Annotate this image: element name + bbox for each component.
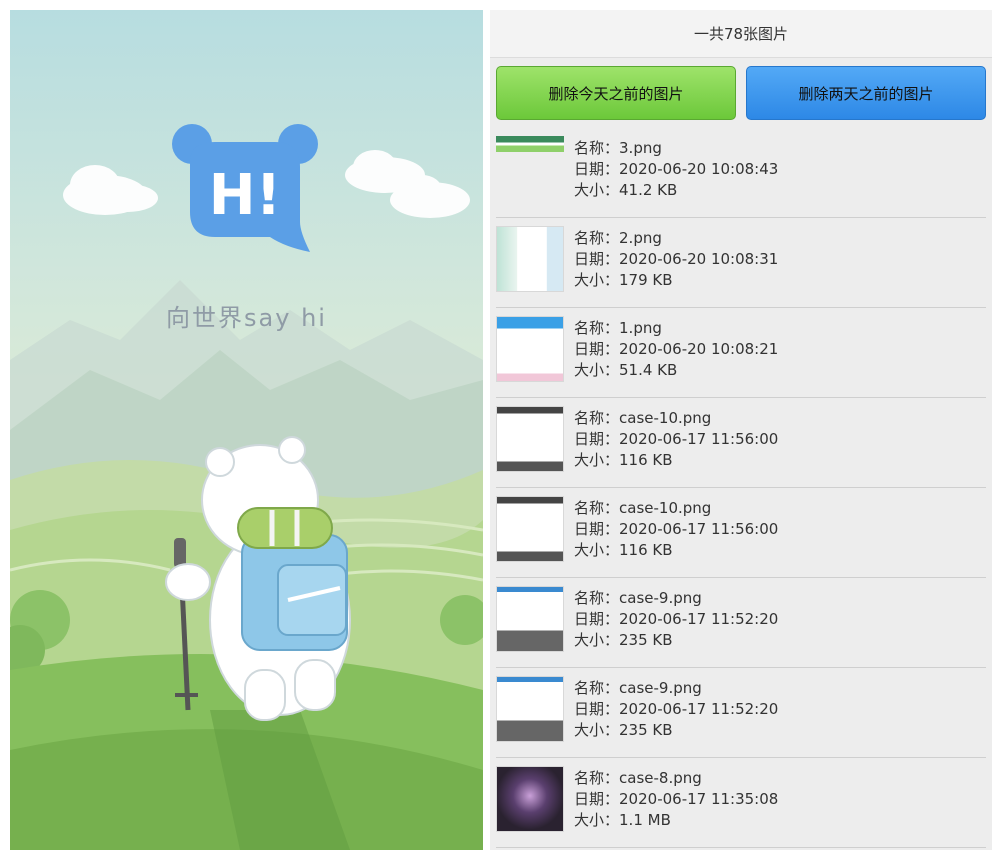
file-size: 41.2 KB bbox=[619, 181, 678, 199]
image-list-screen: 一共78张图片 删除今天之前的图片 删除两天之前的图片 名称：3.png 日期：… bbox=[490, 10, 992, 850]
date-label: 日期： bbox=[574, 790, 620, 808]
item-info: 名称：case-9.png 日期：2020-06-17 11:52:20 大小：… bbox=[574, 676, 778, 741]
size-label: 大小： bbox=[574, 181, 620, 199]
item-info: 名称：1.png 日期：2020-06-20 10:08:21 大小：51.4 … bbox=[574, 316, 778, 381]
file-size: 51.4 KB bbox=[619, 361, 678, 379]
file-name: case-9.png bbox=[619, 679, 702, 697]
hi-logo-icon: H! bbox=[172, 124, 318, 252]
screenshot-thumbnail-icon bbox=[496, 316, 564, 382]
list-item[interactable]: 名称：case-8.png 日期：2020-06-17 11:35:08 大小：… bbox=[496, 758, 986, 848]
name-label: 名称： bbox=[574, 139, 620, 157]
date-label: 日期： bbox=[574, 700, 620, 718]
item-info: 名称：2.png 日期：2020-06-20 10:08:31 大小：179 K… bbox=[574, 226, 778, 291]
name-label: 名称： bbox=[574, 409, 620, 427]
size-label: 大小： bbox=[574, 451, 620, 469]
file-name: 3.png bbox=[619, 139, 662, 157]
list-item[interactable]: 名称：1.png 日期：2020-06-20 10:08:21 大小：51.4 … bbox=[496, 308, 986, 398]
file-name: case-9.png bbox=[619, 589, 702, 607]
file-date: 2020-06-17 11:56:00 bbox=[619, 520, 779, 538]
file-name: 1.png bbox=[619, 319, 662, 337]
file-name: case-10.png bbox=[619, 409, 712, 427]
cloud-left bbox=[63, 165, 158, 215]
file-date: 2020-06-17 11:35:08 bbox=[619, 790, 779, 808]
list-item[interactable]: 名称：case-10.png 日期：2020-06-17 11:56:00 大小… bbox=[496, 488, 986, 578]
name-label: 名称： bbox=[574, 589, 620, 607]
file-size: 235 KB bbox=[619, 721, 673, 739]
screenshot-thumbnail-icon bbox=[496, 136, 564, 152]
screenshot-thumbnail-icon bbox=[496, 766, 564, 832]
screenshot-thumbnail-icon bbox=[496, 496, 564, 562]
date-label: 日期： bbox=[574, 520, 620, 538]
backpack-illustration bbox=[237, 507, 348, 651]
file-date: 2020-06-20 10:08:21 bbox=[619, 340, 779, 358]
item-info: 名称：case-9.png 日期：2020-06-17 11:52:20 大小：… bbox=[574, 586, 778, 651]
name-label: 名称： bbox=[574, 229, 620, 247]
size-label: 大小： bbox=[574, 271, 620, 289]
item-info: 名称：3.png 日期：2020-06-20 10:08:43 大小：41.2 … bbox=[574, 136, 778, 201]
file-size: 179 KB bbox=[619, 271, 673, 289]
date-label: 日期： bbox=[574, 160, 620, 178]
name-label: 名称： bbox=[574, 769, 620, 787]
list-item[interactable]: 名称：3.png 日期：2020-06-20 10:08:43 大小：41.2 … bbox=[496, 128, 986, 218]
list-item[interactable]: 名称：case-9.png 日期：2020-06-17 11:52:20 大小：… bbox=[496, 578, 986, 668]
list-item[interactable]: 名称：2.png 日期：2020-06-20 10:08:31 大小：179 K… bbox=[496, 218, 986, 308]
cloud-right bbox=[345, 150, 470, 218]
splash-screen: H! 向世界say hi bbox=[10, 10, 483, 850]
file-date: 2020-06-17 11:52:20 bbox=[619, 700, 779, 718]
file-name: case-10.png bbox=[619, 499, 712, 517]
screenshot-thumbnail-icon bbox=[496, 226, 564, 292]
file-size: 116 KB bbox=[619, 451, 673, 469]
file-date: 2020-06-17 11:52:20 bbox=[619, 610, 779, 628]
name-label: 名称： bbox=[574, 679, 620, 697]
image-list: 名称：3.png 日期：2020-06-20 10:08:43 大小：41.2 … bbox=[490, 128, 992, 848]
size-label: 大小： bbox=[574, 541, 620, 559]
screenshot-thumbnail-icon bbox=[496, 586, 564, 652]
size-label: 大小： bbox=[574, 361, 620, 379]
slogan-text: 向世界say hi bbox=[166, 304, 327, 332]
item-info: 名称：case-8.png 日期：2020-06-17 11:35:08 大小：… bbox=[574, 766, 778, 831]
item-info: 名称：case-10.png 日期：2020-06-17 11:56:00 大小… bbox=[574, 406, 778, 471]
file-size: 235 KB bbox=[619, 631, 673, 649]
list-item[interactable]: 名称：case-10.png 日期：2020-06-17 11:56:00 大小… bbox=[496, 398, 986, 488]
logo-text: H! bbox=[209, 163, 281, 228]
size-label: 大小： bbox=[574, 721, 620, 739]
file-date: 2020-06-20 10:08:31 bbox=[619, 250, 779, 268]
image-count-title: 一共78张图片 bbox=[693, 25, 789, 43]
screenshot-thumbnail-icon bbox=[496, 406, 564, 472]
file-name: case-8.png bbox=[619, 769, 702, 787]
size-label: 大小： bbox=[574, 631, 620, 649]
file-size: 116 KB bbox=[619, 541, 673, 559]
file-date: 2020-06-20 10:08:43 bbox=[619, 160, 779, 178]
file-size: 1.1 MB bbox=[619, 811, 671, 829]
item-info: 名称：case-10.png 日期：2020-06-17 11:56:00 大小… bbox=[574, 496, 778, 561]
size-label: 大小： bbox=[574, 811, 620, 829]
delete-before-today-button[interactable]: 删除今天之前的图片 bbox=[496, 66, 736, 120]
title-bar: 一共78张图片 bbox=[490, 10, 992, 58]
date-label: 日期： bbox=[574, 250, 620, 268]
screenshot-thumbnail-icon bbox=[496, 676, 564, 742]
name-label: 名称： bbox=[574, 319, 620, 337]
file-date: 2020-06-17 11:56:00 bbox=[619, 430, 779, 448]
action-buttons: 删除今天之前的图片 删除两天之前的图片 bbox=[490, 58, 992, 120]
date-label: 日期： bbox=[574, 610, 620, 628]
name-label: 名称： bbox=[574, 499, 620, 517]
date-label: 日期： bbox=[574, 340, 620, 358]
list-item[interactable]: 名称：case-9.png 日期：2020-06-17 11:52:20 大小：… bbox=[496, 668, 986, 758]
file-name: 2.png bbox=[619, 229, 662, 247]
date-label: 日期： bbox=[574, 430, 620, 448]
delete-before-two-days-button[interactable]: 删除两天之前的图片 bbox=[746, 66, 986, 120]
